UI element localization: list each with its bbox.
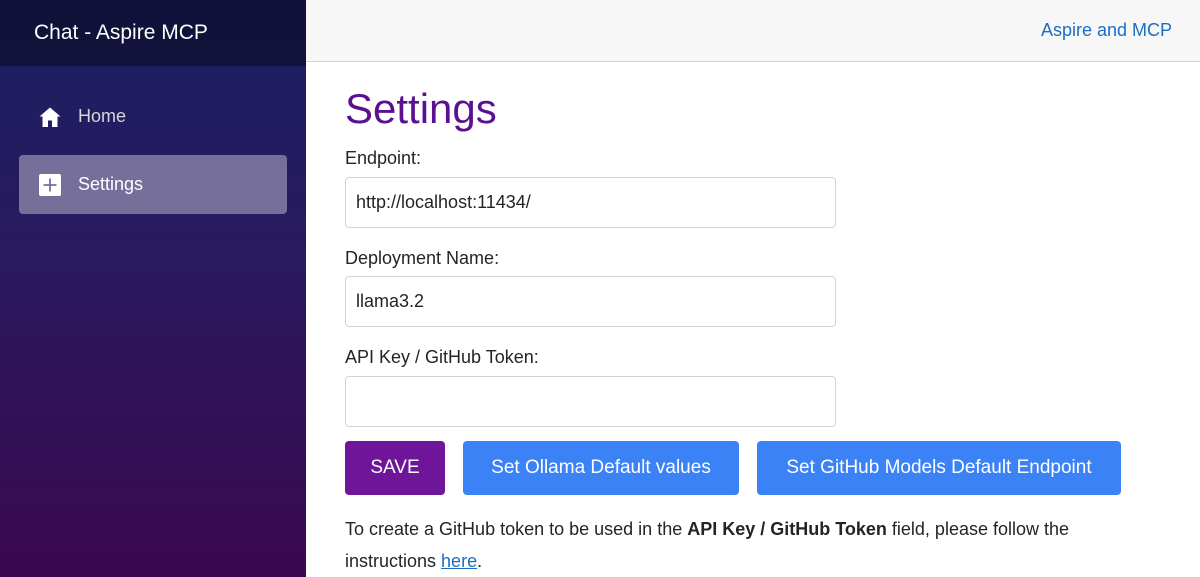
sidebar-item-label: Settings: [78, 174, 144, 194]
sidebar: Chat - Aspire MCP Home Settings: [0, 0, 306, 577]
plus-square-icon: [38, 173, 62, 197]
api-key-input[interactable]: [345, 376, 836, 427]
instructions-link[interactable]: here: [441, 551, 477, 571]
set-github-defaults-button[interactable]: Set GitHub Models Default Endpoint: [757, 441, 1121, 495]
save-button[interactable]: SAVE: [345, 441, 445, 495]
note-bold-field: API Key / GitHub Token: [687, 519, 887, 539]
endpoint-input[interactable]: [345, 176, 836, 228]
note-text-1: To create a GitHub token to be used in t…: [345, 519, 688, 539]
button-row: SAVE Set Ollama Default values Set GitHu…: [345, 441, 1200, 495]
github-token-note: To create a GitHub token to be used in t…: [345, 513, 1145, 577]
brand-bar: Chat - Aspire MCP: [0, 0, 306, 66]
settings-content: Settings Endpoint: Deployment Name: API …: [306, 62, 1200, 577]
nav-menu: Home Settings: [0, 66, 306, 214]
deployment-name-input[interactable]: [345, 276, 836, 328]
app-root: Chat - Aspire MCP Home Settings Aspire a…: [0, 0, 1200, 577]
brand-link[interactable]: Chat - Aspire MCP: [34, 21, 208, 45]
aspire-mcp-link[interactable]: Aspire and MCP: [1041, 20, 1172, 41]
set-ollama-defaults-button[interactable]: Set Ollama Default values: [463, 441, 739, 495]
sidebar-item-settings[interactable]: Settings: [19, 155, 287, 214]
page-title: Settings: [345, 85, 497, 133]
home-icon: [38, 105, 62, 129]
note-text-3: .: [477, 551, 483, 571]
sidebar-item-home[interactable]: Home: [19, 87, 287, 146]
deployment-name-label: Deployment Name:: [345, 247, 500, 268]
endpoint-label: Endpoint:: [345, 148, 422, 169]
api-key-label: API Key / GitHub Token:: [345, 347, 539, 368]
sidebar-item-label: Home: [78, 106, 127, 126]
main-area: Aspire and MCP Settings Endpoint: Deploy…: [306, 0, 1200, 577]
top-row: Aspire and MCP: [306, 0, 1200, 63]
